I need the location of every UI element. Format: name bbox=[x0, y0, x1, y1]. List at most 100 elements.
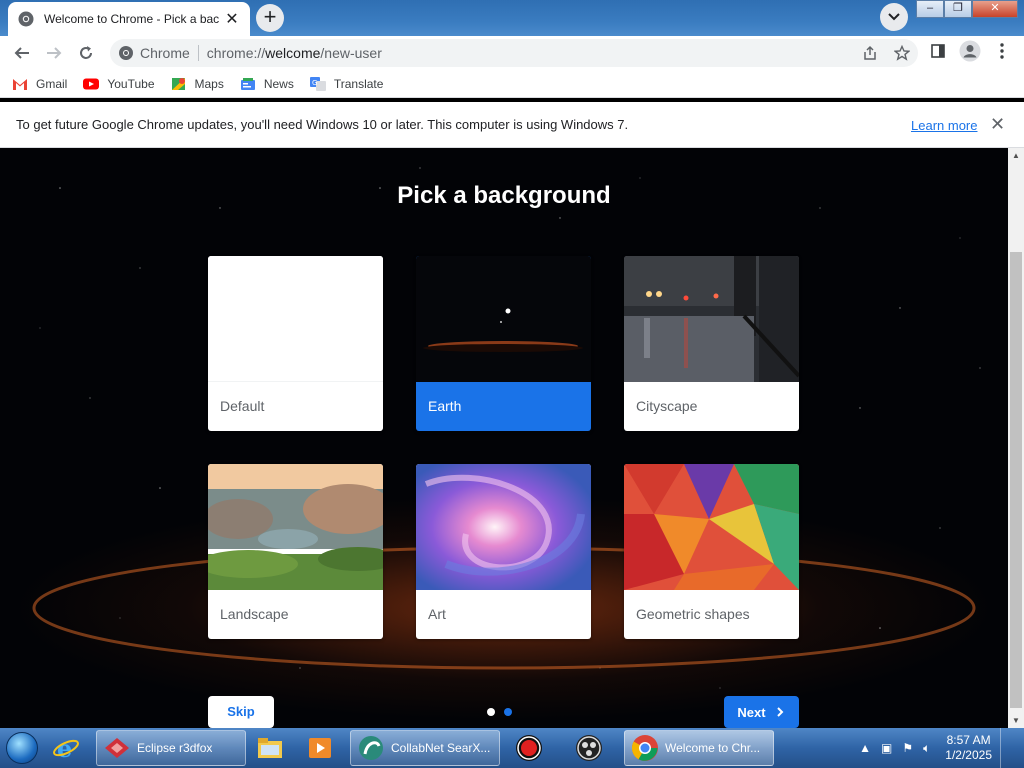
media-player-icon bbox=[309, 738, 331, 758]
taskbar-collabnet[interactable]: CollabNet SearX... bbox=[350, 730, 500, 766]
background-card-geometric-shapes[interactable]: Geometric shapes bbox=[624, 464, 799, 639]
scrollbar-thumb[interactable] bbox=[1010, 252, 1022, 708]
profile-button[interactable] bbox=[954, 37, 986, 65]
scroll-up-icon[interactable]: ▲ bbox=[1012, 151, 1020, 160]
system-tray: ▲ ▣ ⚑ 🔈︎ 8:57 AM 1/2/2025 bbox=[854, 728, 1024, 768]
windows-taskbar: e Eclipse r3dfox CollabNet SearX... Welc… bbox=[0, 728, 1024, 768]
maximize-button[interactable]: ❐ bbox=[944, 0, 972, 18]
page-scrollbar[interactable]: ▲ ▼ bbox=[1008, 148, 1024, 728]
obs-icon bbox=[576, 735, 602, 761]
page-indicator bbox=[487, 708, 521, 716]
learn-more-link[interactable]: Learn more bbox=[911, 118, 977, 133]
chrome-favicon-icon bbox=[18, 11, 34, 27]
chevron-right-icon bbox=[776, 707, 784, 717]
star-icon bbox=[894, 45, 910, 61]
side-panel-button[interactable] bbox=[922, 37, 954, 65]
maps-icon bbox=[171, 77, 185, 90]
show-desktop-button[interactable] bbox=[1000, 728, 1012, 768]
infobar-close-icon[interactable]: ✕ bbox=[990, 114, 1005, 135]
taskbar-media-player[interactable] bbox=[300, 730, 346, 766]
window-controls: – ❐ ✕ bbox=[916, 0, 1018, 18]
landscape-thumbnail bbox=[208, 464, 383, 590]
cityscape-thumbnail bbox=[624, 256, 799, 382]
translate-icon: G bbox=[309, 76, 326, 91]
taskbar-ie[interactable]: e bbox=[46, 730, 92, 766]
bookmark-maps[interactable]: Maps bbox=[171, 77, 224, 91]
url-text: chrome://welcome/new-user bbox=[207, 45, 382, 61]
taskbar-label: Eclipse r3dfox bbox=[137, 741, 213, 755]
card-label: Cityscape bbox=[636, 398, 698, 414]
tab-search-button[interactable] bbox=[880, 3, 908, 31]
tray-expand-icon[interactable]: ▲ bbox=[859, 741, 871, 755]
bookmark-gmail[interactable]: Gmail bbox=[12, 77, 67, 91]
browser-tab[interactable]: Welcome to Chrome - Pick a bac ✕ bbox=[8, 2, 250, 36]
taskbar-obs[interactable] bbox=[564, 730, 620, 766]
tab-close-icon[interactable]: ✕ bbox=[224, 9, 240, 29]
svg-text:G: G bbox=[312, 79, 317, 87]
page-dot-2[interactable] bbox=[504, 708, 512, 716]
taskbar-chrome[interactable]: Welcome to Chr... bbox=[624, 730, 774, 766]
reload-icon bbox=[80, 46, 92, 59]
forward-button[interactable] bbox=[38, 37, 70, 69]
collabnet-icon bbox=[359, 736, 383, 760]
menu-button[interactable] bbox=[986, 37, 1018, 65]
chrome-icon bbox=[631, 735, 658, 761]
gmail-icon bbox=[13, 78, 27, 90]
background-card-art[interactable]: Art bbox=[416, 464, 591, 639]
avatar-icon bbox=[959, 40, 981, 62]
background-card-earth[interactable]: Earth bbox=[416, 256, 591, 431]
geometric-shapes-thumbnail bbox=[624, 464, 799, 590]
bookmark-youtube[interactable]: YouTube bbox=[83, 77, 155, 91]
bookmark-translate[interactable]: G Translate bbox=[309, 76, 384, 91]
clock-date: 1/2/2025 bbox=[945, 748, 992, 762]
background-card-cityscape[interactable]: Cityscape bbox=[624, 256, 799, 431]
chevron-down-icon bbox=[888, 13, 900, 21]
chrome-site-icon bbox=[119, 46, 133, 60]
bookmark-news[interactable]: News bbox=[240, 77, 294, 91]
address-bar[interactable]: Chrome chrome://welcome/new-user bbox=[110, 39, 918, 67]
kebab-menu-icon bbox=[1000, 43, 1004, 59]
url-path: /new-user bbox=[320, 45, 382, 61]
bookmark-star-button[interactable] bbox=[886, 39, 918, 67]
tab-title: Welcome to Chrome - Pick a bac bbox=[44, 12, 220, 26]
network-icon[interactable]: ▣ bbox=[881, 741, 892, 755]
action-center-flag-icon[interactable]: ⚑ bbox=[902, 741, 913, 755]
next-label: Next bbox=[737, 704, 766, 720]
card-label: Landscape bbox=[220, 606, 289, 622]
r3dfox-icon bbox=[105, 738, 129, 758]
card-label: Art bbox=[428, 606, 446, 622]
scroll-down-icon[interactable]: ▼ bbox=[1012, 716, 1020, 725]
taskbar-label: Welcome to Chr... bbox=[665, 741, 761, 755]
windows-orb-icon bbox=[6, 732, 38, 764]
taskbar-r3dfox[interactable]: Eclipse r3dfox bbox=[96, 730, 246, 766]
side-panel-icon bbox=[931, 44, 945, 58]
title-bar: Welcome to Chrome - Pick a bac ✕ + – ❐ ✕ bbox=[0, 0, 1024, 36]
skip-button[interactable]: Skip bbox=[208, 696, 274, 728]
minimize-button[interactable]: – bbox=[916, 0, 944, 18]
taskbar-explorer[interactable] bbox=[250, 730, 296, 766]
starfield-background bbox=[32, 167, 981, 689]
divider bbox=[197, 45, 199, 61]
clock[interactable]: 8:57 AM 1/2/2025 bbox=[945, 733, 992, 763]
new-tab-button[interactable]: + bbox=[256, 4, 284, 32]
taskbar-label: CollabNet SearX... bbox=[391, 741, 491, 755]
url-host: welcome bbox=[265, 45, 321, 61]
next-button[interactable]: Next bbox=[724, 696, 799, 728]
background-card-landscape[interactable]: Landscape bbox=[208, 464, 383, 639]
reload-button[interactable] bbox=[70, 37, 102, 69]
site-chip: Chrome bbox=[140, 45, 190, 61]
back-button[interactable] bbox=[6, 37, 38, 69]
taskbar-recorder[interactable] bbox=[504, 730, 560, 766]
news-icon bbox=[240, 77, 255, 90]
card-label: Geometric shapes bbox=[636, 606, 750, 622]
back-arrow-icon bbox=[14, 47, 29, 59]
background-card-default[interactable]: Default bbox=[208, 256, 383, 431]
page-dot-1[interactable] bbox=[487, 708, 495, 716]
close-window-button[interactable]: ✕ bbox=[972, 0, 1018, 18]
bookmark-label: Translate bbox=[333, 76, 384, 91]
bookmark-label: News bbox=[263, 76, 294, 91]
volume-icon[interactable]: 🔈︎ bbox=[923, 741, 930, 756]
bookmarks-bar: Gmail YouTube Maps News G Translate bbox=[0, 70, 1024, 98]
start-button[interactable] bbox=[0, 728, 44, 768]
share-button[interactable] bbox=[854, 39, 886, 67]
